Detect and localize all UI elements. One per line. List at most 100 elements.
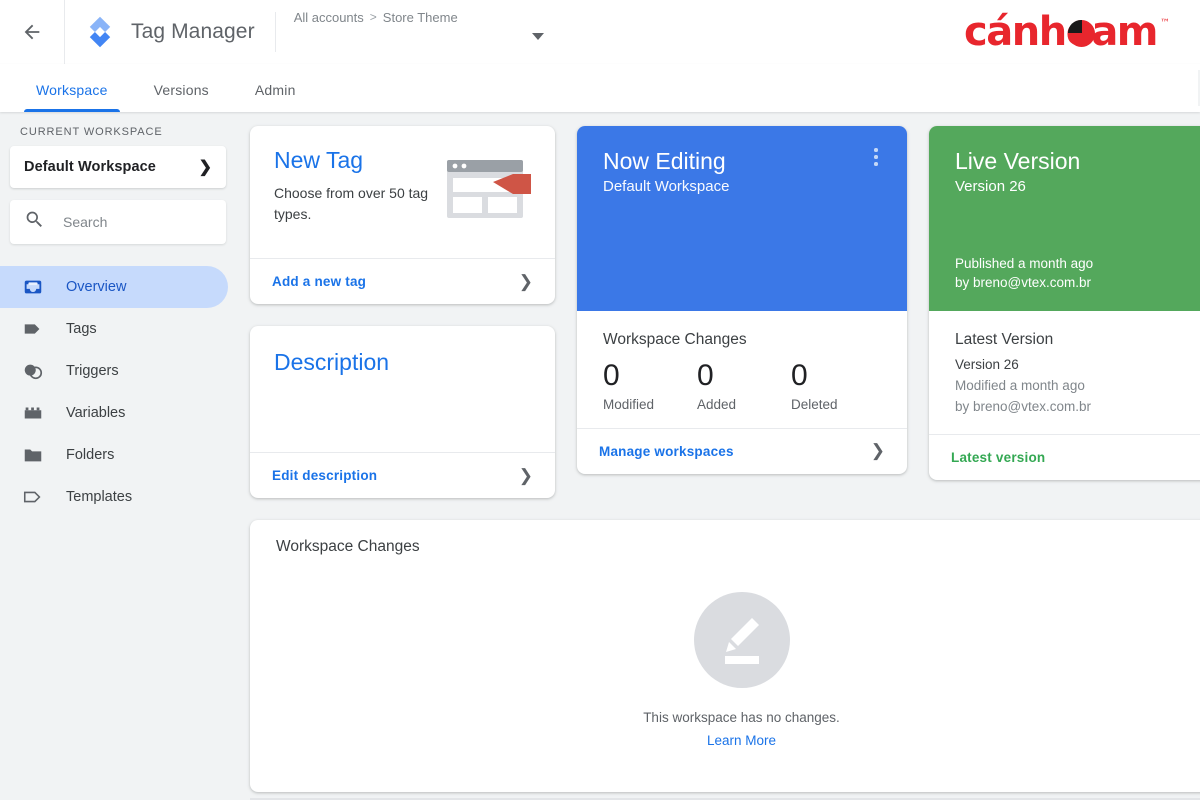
pencil-edit-icon <box>693 592 790 688</box>
published-date: Published a month ago <box>955 255 1094 271</box>
latest-version-number: Version 26 <box>955 357 1019 372</box>
template-tag-outline-icon <box>22 486 44 508</box>
live-version-title: Live Version <box>955 148 1081 174</box>
breadcrumb-separator-icon: > <box>369 10 377 24</box>
sidebar-item-label: Tags <box>66 321 97 337</box>
browser-with-tag-icon <box>445 154 533 228</box>
add-new-tag-link[interactable]: Add a new tag <box>272 274 366 289</box>
sidebar-item-variables[interactable]: Variables <box>0 392 228 434</box>
trademark-mark: ™ <box>1160 17 1170 29</box>
workspace-selector[interactable]: Default Workspace ❯ <box>10 146 226 188</box>
cards-row: New Tag Choose from over 50 tag types. A… <box>250 126 1200 498</box>
new-tag-card: New Tag Choose from over 50 tag types. A… <box>250 126 555 304</box>
sidebar-item-overview[interactable]: Overview <box>0 266 228 308</box>
header-divider-right <box>274 11 276 52</box>
breadcrumb[interactable]: All accounts > Store Theme <box>294 10 458 25</box>
workspace-changes-label: Workspace Changes <box>603 331 747 348</box>
chevron-right-icon: ❯ <box>198 159 212 176</box>
counter-value: 0 <box>697 359 714 392</box>
sidebar-item-label: Variables <box>66 405 126 421</box>
counter-value: 0 <box>791 359 808 392</box>
published-by: by breno@vtex.com.br <box>955 275 1092 291</box>
app-header: Tag Manager All accounts > Store Theme c… <box>0 0 1200 64</box>
triggers-circles-icon <box>22 360 44 382</box>
learn-more-link[interactable]: Learn More <box>707 733 776 748</box>
now-editing-card: Now Editing Default Workspace Workspace … <box>577 126 907 474</box>
customer-brand-logo: cánheam ™ <box>964 12 1170 52</box>
workspace-selector-value: Default Workspace <box>24 159 156 175</box>
sidebar: CURRENT WORKSPACE Default Workspace ❯ Ov… <box>0 112 236 800</box>
latest-version-link[interactable]: Latest version <box>951 450 1045 465</box>
description-title: Description <box>274 349 390 375</box>
brand-block[interactable]: Tag Manager <box>65 0 275 64</box>
chevron-right-icon: ❯ <box>870 441 885 460</box>
latest-version-body: Latest Version Version 26 Modified a mon… <box>929 311 1200 434</box>
new-tag-body: New Tag Choose from over 50 tag types. <box>250 126 555 258</box>
sidebar-item-folders[interactable]: Folders <box>0 434 228 476</box>
column-left: New Tag Choose from over 50 tag types. A… <box>250 126 555 498</box>
counters-row: 0 Modified 0 Added 0 Deleted <box>603 357 885 412</box>
empty-state-message: This workspace has no changes. <box>643 710 840 725</box>
tab-versions[interactable]: Versions <box>142 82 221 112</box>
manage-workspaces-link[interactable]: Manage workspaces <box>599 444 734 459</box>
counter-added: 0 Added <box>697 357 791 412</box>
add-new-tag-footer[interactable]: Add a new tag ❯ <box>250 258 555 304</box>
tab-workspace[interactable]: Workspace <box>24 82 120 112</box>
more-vert-icon[interactable] <box>867 148 885 166</box>
sidebar-item-templates[interactable]: Templates <box>0 476 228 518</box>
caret-down-icon[interactable] <box>531 32 544 40</box>
new-tag-text: New Tag Choose from over 50 tag types. <box>274 147 434 258</box>
sidebar-item-label: Templates <box>66 489 133 505</box>
folder-icon <box>22 444 44 466</box>
inbox-icon <box>22 276 44 298</box>
chevron-right-icon: ❯ <box>518 465 533 485</box>
description-body: Description <box>250 326 555 452</box>
now-editing-subtitle: Default Workspace <box>603 178 730 196</box>
live-version-meta: Published a month ago by breno@vtex.com.… <box>955 254 1093 293</box>
live-version-card: Live Version Version 26 Published a mont… <box>929 126 1200 480</box>
workspace-changes-panel-title: Workspace Changes <box>276 538 420 555</box>
body-shell: CURRENT WORKSPACE Default Workspace ❯ Ov… <box>0 112 1200 800</box>
brand-logo-text: cánheam <box>964 8 1158 55</box>
sidebar-item-tags[interactable]: Tags <box>0 308 228 350</box>
manage-workspaces-footer[interactable]: Manage workspaces ❯ <box>577 427 907 474</box>
sidebar-search[interactable] <box>10 200 226 244</box>
sidebar-item-label: Triggers <box>66 363 119 379</box>
live-version-header: Live Version Version 26 Published a mont… <box>929 126 1200 311</box>
tag-icon <box>22 318 44 340</box>
empty-state: This workspace has no changes. Learn Mor… <box>250 592 1200 748</box>
edit-description-link[interactable]: Edit description <box>272 468 377 483</box>
counter-label: Deleted <box>791 396 838 412</box>
latest-version-modified: Modified a month ago <box>955 377 1085 393</box>
pie-chart-accent-icon <box>1068 19 1096 47</box>
sidebar-item-triggers[interactable]: Triggers <box>0 350 228 392</box>
column-middle: Now Editing Default Workspace Workspace … <box>577 126 907 474</box>
back-button[interactable] <box>0 0 64 64</box>
search-icon <box>24 209 45 235</box>
variables-brick-icon <box>22 402 44 424</box>
live-version-subtitle: Version 26 <box>955 178 1026 196</box>
sidebar-section-label: CURRENT WORKSPACE <box>20 126 163 138</box>
latest-version-footer[interactable]: Latest version <box>929 433 1200 480</box>
edit-description-footer[interactable]: Edit description ❯ <box>250 452 555 498</box>
counter-deleted: 0 Deleted <box>791 357 885 412</box>
tab-admin[interactable]: Admin <box>243 82 308 112</box>
sidebar-item-label: Overview <box>66 279 127 295</box>
app-title: Tag Manager <box>131 19 255 43</box>
column-right: Live Version Version 26 Published a mont… <box>929 126 1200 480</box>
new-tag-title: New Tag <box>274 147 364 173</box>
primary-tabs: Workspace Versions Admin <box>0 64 1200 112</box>
counter-modified: 0 Modified <box>603 357 697 412</box>
breadcrumb-container[interactable]: Store Theme <box>383 10 458 25</box>
chevron-right-icon: ❯ <box>518 271 533 291</box>
breadcrumb-account[interactable]: All accounts <box>294 10 364 25</box>
main-content: New Tag Choose from over 50 tag types. A… <box>236 112 1200 800</box>
tag-manager-logo-icon <box>83 15 117 49</box>
latest-version-by: by breno@vtex.com.br <box>955 398 1092 414</box>
counter-value: 0 <box>603 359 620 392</box>
counter-label: Modified <box>603 396 655 412</box>
search-input[interactable] <box>63 214 212 230</box>
workspace-changes-panel: Workspace Changes This workspace has no … <box>250 520 1200 792</box>
sidebar-item-label: Folders <box>66 447 115 463</box>
now-editing-header: Now Editing Default Workspace <box>577 126 907 311</box>
